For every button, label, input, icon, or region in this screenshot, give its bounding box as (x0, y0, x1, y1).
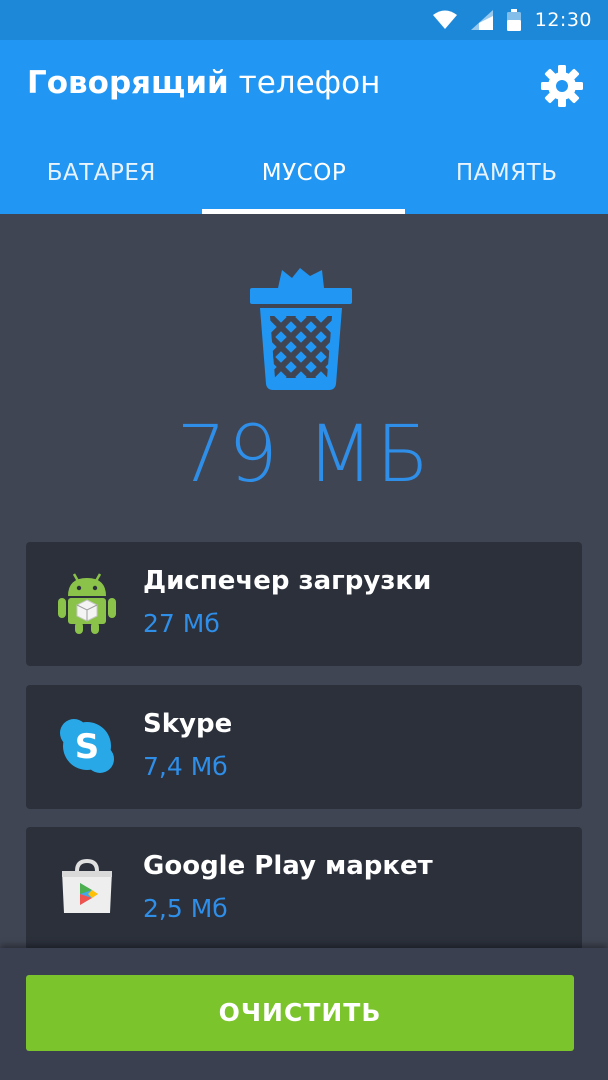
app-title-bold: Говорящий (27, 65, 229, 101)
list-item[interactable]: Google Play маркет 2,5 Мб (26, 827, 582, 951)
svg-text:S: S (75, 727, 100, 767)
junk-total: 79 МБ (176, 410, 432, 500)
app-title: Говорящий телефон (27, 65, 380, 101)
tab-memory[interactable]: ПАМЯТЬ (405, 148, 608, 214)
skype-icon: S (60, 719, 114, 773)
tab-indicator (202, 209, 405, 214)
trash-icon (250, 268, 352, 390)
footer-bar: ОЧИСТИТЬ (0, 948, 608, 1080)
gear-icon (541, 65, 583, 107)
list-item[interactable]: Диспечер загрузки 27 Мб (26, 542, 582, 666)
google-play-icon (62, 858, 112, 913)
item-name: Диспечер загрузки (143, 566, 432, 596)
wifi-icon (432, 10, 457, 29)
settings-button[interactable] (540, 64, 584, 108)
signal-icon (470, 10, 493, 30)
item-name: Skype (143, 709, 233, 739)
app-title-rest: телефон (228, 65, 381, 101)
app-bar: Говорящий телефон БАТАРЕЯ МУСОР ПАМЯТЬ (0, 40, 608, 214)
item-name: Google Play маркет (143, 851, 433, 881)
tab-bar: БАТАРЕЯ МУСОР ПАМЯТЬ (0, 148, 608, 214)
status-bar: 12:30 (0, 0, 608, 40)
item-size: 27 Мб (143, 609, 220, 638)
tab-junk[interactable]: МУСОР (203, 148, 406, 214)
list-item[interactable]: S Skype 7,4 Мб (26, 685, 582, 809)
clean-button[interactable]: ОЧИСТИТЬ (26, 975, 574, 1051)
item-size: 2,5 Мб (143, 894, 228, 923)
item-size: 7,4 Мб (143, 752, 228, 781)
android-icon (58, 573, 116, 634)
tab-battery[interactable]: БАТАРЕЯ (0, 148, 203, 214)
status-time: 12:30 (534, 9, 592, 31)
battery-icon (506, 9, 521, 31)
